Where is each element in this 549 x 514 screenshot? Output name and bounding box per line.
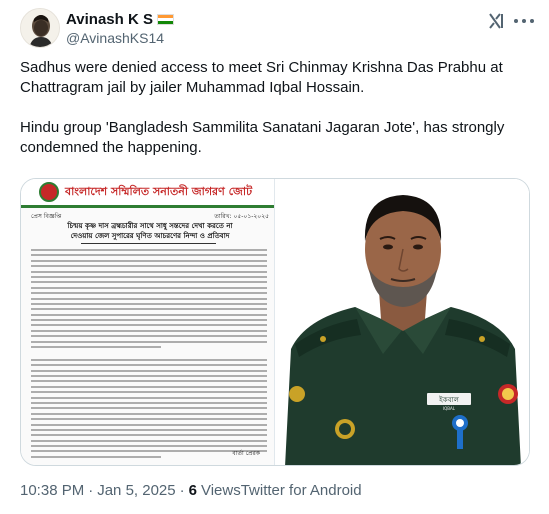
author-handle[interactable]: @AvinashKS14 [66, 30, 164, 46]
tweet-footer: 10:38 PM · Jan 5, 2025 · 6 Views Twitter… [20, 482, 362, 499]
avatar[interactable] [20, 8, 60, 48]
tweet-paragraph: Hindu group 'Bangladesh Sammilita Sanata… [20, 119, 505, 156]
india-flag-icon [156, 13, 174, 25]
separator: · [179, 482, 185, 499]
author-name-row[interactable]: Avinash K S [66, 10, 174, 28]
more-options-icon[interactable] [514, 13, 534, 29]
divider [21, 205, 274, 208]
views-label: Views [200, 482, 241, 499]
tweet-date[interactable]: Jan 5, 2025 [97, 482, 175, 499]
source-link[interactable]: Twitter for Android [241, 482, 362, 499]
organization-logo-icon [39, 182, 59, 202]
tweet-time[interactable]: 10:38 PM [20, 482, 84, 499]
tweet-text: Sadhus were denied access to meet Sri Ch… [20, 58, 530, 158]
grok-icon[interactable] [486, 11, 506, 31]
divider [81, 243, 216, 244]
press-release-subject: চিন্ময় কৃষ্ণ দাস ব্রহ্মচারীর সাথে সাধু … [39, 221, 261, 241]
avatar-portrait-image [21, 9, 59, 47]
press-release-subject-line: চিন্ময় কৃষ্ণ দাস ব্রহ্মচারীর সাথে সাধু … [67, 222, 233, 230]
author-display-name[interactable]: Avinash K S [66, 11, 153, 28]
press-release-image[interactable]: বাংলাদেশ সম্মিলিত সনাতনী জাগরণ জোট প্রেস… [21, 179, 275, 465]
tweet-paragraph: Sadhus were denied access to meet Sri Ch… [20, 59, 503, 96]
views-count: 6 [188, 482, 197, 499]
press-release-signature: বার্তা প্রেরক [232, 450, 260, 457]
press-release-subject-line: দেওয়ায় জেল সুপারের ঘৃণিত আচরণের নিন্দা… [70, 232, 230, 240]
name-tag-text: ইকবাল [438, 396, 459, 404]
tweet-card: Avinash K S @AvinashKS14 Sadhus were den… [0, 0, 549, 514]
separator: · [88, 482, 94, 499]
name-tag-latin-text: IQBAL [443, 406, 456, 411]
jailer-photo[interactable]: ইকবাল IQBAL [275, 179, 529, 465]
tweet-media[interactable]: বাংলাদেশ সম্মিলিত সনাতনী জাগরণ জোট প্রেস… [20, 178, 530, 466]
press-release-banner: বাংলাদেশ সম্মিলিত সনাতনী জাগরণ জোট [21, 179, 274, 205]
jailer-portrait-image: ইকবাল IQBAL [275, 179, 529, 465]
press-release-title: বাংলাদেশ সম্মিলিত সনাতনী জাগরণ জোট [65, 184, 253, 198]
press-release-body-text [31, 249, 267, 461]
